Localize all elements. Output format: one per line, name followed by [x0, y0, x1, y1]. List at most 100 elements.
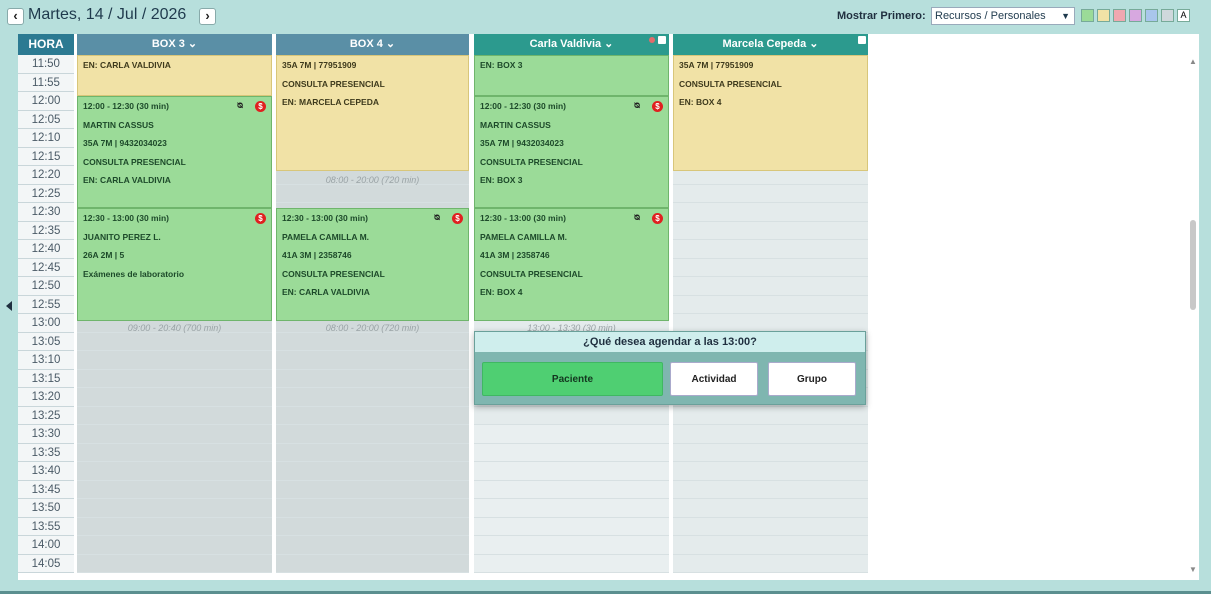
time-slot[interactable]	[673, 444, 868, 462]
appointment-card[interactable]: 12:30 - 13:00 (30 min) JUANITO PEREZ L. …	[77, 208, 272, 321]
column-header-marcela[interactable]: Marcela Cepeda ⌄	[673, 34, 868, 55]
color-filter-swatch[interactable]	[1145, 9, 1158, 22]
appointment-card[interactable]: 35A 7M | 77951909 CONSULTA PRESENCIAL EN…	[276, 55, 469, 171]
time-slot[interactable]	[77, 481, 272, 499]
link-icon[interactable]: ᴓ	[634, 100, 640, 111]
payment-badge-icon[interactable]: $	[652, 101, 663, 112]
time-slot[interactable]	[673, 259, 868, 277]
time-slot[interactable]	[77, 425, 272, 444]
color-filter-swatch[interactable]	[1129, 9, 1142, 22]
time-slot[interactable]	[77, 536, 272, 555]
time-slot[interactable]	[673, 499, 868, 518]
time-slot[interactable]	[474, 499, 669, 518]
time-slot[interactable]	[673, 185, 868, 203]
time-slot[interactable]	[276, 407, 469, 425]
time-slot[interactable]	[673, 536, 868, 555]
time-slot[interactable]	[673, 222, 868, 240]
appointment-card[interactable]: 12:00 - 12:30 (30 min) MARTIN CASSUS 35A…	[77, 96, 272, 208]
color-filter-swatch[interactable]	[1097, 9, 1110, 22]
time-slot[interactable]	[276, 499, 469, 518]
appointment-location: EN: BOX 3	[480, 60, 523, 70]
patient-info: 26A 2M | 5	[83, 250, 125, 260]
time-slot[interactable]	[77, 444, 272, 462]
all-colors-filter-button[interactable]: A	[1177, 9, 1190, 22]
time-label: 13:25	[18, 406, 74, 425]
time-label: 12:55	[18, 295, 74, 314]
time-slot[interactable]	[77, 370, 272, 388]
collapse-sidebar-icon[interactable]	[6, 301, 12, 311]
activity-button[interactable]: Actividad	[670, 362, 758, 396]
column-header-box4[interactable]: BOX 4 ⌄	[276, 34, 469, 55]
time-slot[interactable]	[474, 443, 669, 462]
appointment-time: 12:30 - 13:00 (30 min)	[83, 213, 169, 223]
scrollbar-thumb[interactable]	[1190, 220, 1196, 310]
time-slot[interactable]	[474, 407, 669, 425]
payment-badge-icon[interactable]: $	[452, 213, 463, 224]
time-slot[interactable]	[276, 425, 469, 444]
column-header-carla[interactable]: Carla Valdivia ⌄	[474, 34, 669, 55]
prev-day-button[interactable]: ‹	[7, 8, 24, 25]
time-slot[interactable]	[673, 314, 868, 333]
patient-name: PAMELA CAMILLA M.	[480, 231, 568, 242]
column-header-box3[interactable]: BOX 3 ⌄	[77, 34, 272, 55]
appointment-card[interactable]: 12:30 - 13:00 (30 min) PAMELA CAMILLA M.…	[474, 208, 669, 321]
vertical-scrollbar[interactable]: ▲ ▼	[1188, 55, 1199, 580]
time-slot[interactable]	[276, 518, 469, 536]
payment-badge-icon[interactable]: $	[255, 213, 266, 224]
time-slot[interactable]	[77, 333, 272, 351]
time-slot[interactable]	[276, 388, 469, 407]
time-slot[interactable]	[276, 185, 469, 203]
link-icon[interactable]: ᴓ	[434, 212, 440, 223]
color-filter-swatch[interactable]	[1161, 9, 1174, 22]
time-slot[interactable]	[276, 481, 469, 499]
time-slot[interactable]	[77, 499, 272, 518]
patient-button[interactable]: Paciente	[482, 362, 663, 396]
time-slot[interactable]	[673, 407, 868, 425]
appointment-card[interactable]: EN: CARLA VALDIVIA	[77, 55, 272, 96]
group-button[interactable]: Grupo	[768, 362, 856, 396]
time-slot[interactable]	[276, 555, 469, 573]
time-slot[interactable]	[474, 462, 669, 481]
scroll-up-icon[interactable]: ▲	[1189, 57, 1197, 66]
appointment-card[interactable]: 35A 7M | 77951909 CONSULTA PRESENCIAL EN…	[673, 55, 868, 171]
time-slot[interactable]	[673, 481, 868, 499]
next-day-button[interactable]: ›	[199, 8, 216, 25]
time-slot[interactable]	[474, 517, 669, 536]
time-slot[interactable]	[276, 444, 469, 462]
time-slot[interactable]	[276, 370, 469, 388]
show-first-select[interactable]: Recursos / Personales ▼	[931, 7, 1075, 25]
time-slot[interactable]	[276, 536, 469, 555]
time-slot[interactable]	[77, 388, 272, 407]
time-slot[interactable]	[77, 518, 272, 536]
time-slot[interactable]	[673, 462, 868, 481]
time-slot[interactable]	[474, 554, 669, 573]
time-slot[interactable]	[474, 536, 669, 555]
time-slot[interactable]	[276, 333, 469, 351]
time-slot[interactable]	[673, 277, 868, 296]
time-slot[interactable]	[673, 555, 868, 573]
color-filter-swatch[interactable]	[1081, 9, 1094, 22]
payment-badge-icon[interactable]: $	[652, 213, 663, 224]
appointment-card[interactable]: 12:30 - 13:00 (30 min) PAMELA CAMILLA M.…	[276, 208, 469, 321]
appointment-card[interactable]: EN: BOX 3	[474, 55, 669, 96]
link-icon[interactable]: ᴓ	[237, 100, 243, 111]
time-slot[interactable]	[77, 462, 272, 481]
time-slot[interactable]	[673, 240, 868, 259]
time-slot[interactable]	[673, 203, 868, 222]
patient-name: PAMELA CAMILLA M.	[282, 231, 370, 242]
payment-badge-icon[interactable]: $	[255, 101, 266, 112]
time-slot[interactable]	[673, 296, 868, 314]
time-slot[interactable]	[673, 518, 868, 536]
link-icon[interactable]: ᴓ	[634, 212, 640, 223]
time-slot[interactable]	[77, 555, 272, 573]
scroll-down-icon[interactable]: ▼	[1189, 565, 1197, 574]
time-slot[interactable]	[673, 425, 868, 444]
time-slot[interactable]	[276, 462, 469, 481]
time-slot[interactable]	[77, 407, 272, 425]
appointment-card[interactable]: 12:00 - 12:30 (30 min) MARTIN CASSUS 35A…	[474, 96, 669, 208]
time-slot[interactable]	[77, 351, 272, 370]
time-slot[interactable]	[474, 425, 669, 444]
time-slot[interactable]	[276, 351, 469, 370]
time-slot[interactable]	[474, 480, 669, 499]
color-filter-swatch[interactable]	[1113, 9, 1126, 22]
